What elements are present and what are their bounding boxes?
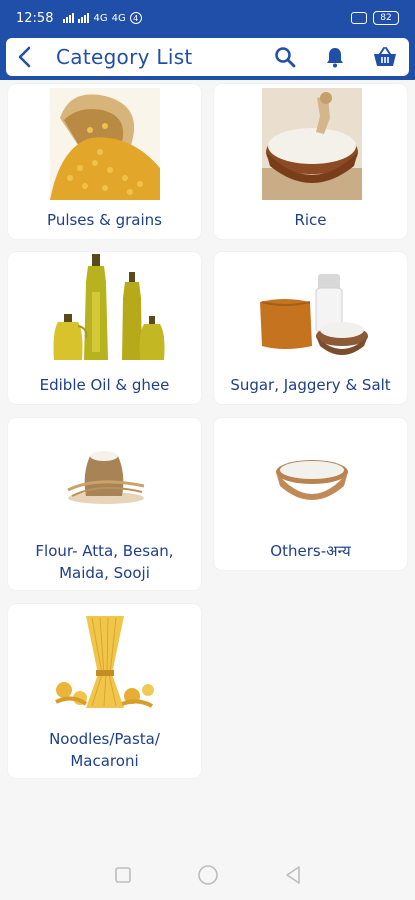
- category-card-others[interactable]: Others-अन्य: [214, 418, 407, 570]
- notification-count: 4: [129, 12, 142, 24]
- category-card-pulses[interactable]: Pulses & grains: [8, 84, 201, 239]
- network-type-1: 4G: [93, 12, 108, 24]
- vibrate-icon: [351, 12, 367, 24]
- category-label: Edible Oil & ghee: [39, 376, 170, 394]
- back-triangle-icon: [285, 866, 300, 884]
- category-card-rice[interactable]: Rice: [214, 84, 407, 239]
- notifications-button[interactable]: [317, 38, 353, 76]
- back-arrow-icon: [18, 46, 31, 68]
- basket-icon: [374, 47, 396, 66]
- pasta-bundle-image: [55, 616, 154, 708]
- flour-sack-image: [67, 451, 145, 504]
- signal-icon: [63, 13, 75, 23]
- category-label: Rice: [294, 211, 327, 229]
- cart-button[interactable]: [367, 38, 403, 76]
- nav-back-button[interactable]: [281, 863, 305, 887]
- app-bar: Category List: [6, 38, 409, 76]
- back-button[interactable]: [8, 38, 42, 76]
- recents-button[interactable]: [111, 863, 135, 887]
- bell-icon: [327, 48, 343, 68]
- signal-2-icon: [78, 13, 90, 23]
- category-label: Flour- Atta, Besan, Maida, Sooji: [35, 542, 174, 582]
- oil-bottles-image: [53, 254, 165, 360]
- category-label: Pulses & grains: [47, 211, 162, 229]
- rice-bowl-image: [262, 88, 362, 200]
- category-card-noodles[interactable]: Noodles/Pasta/ Macaroni: [8, 604, 201, 778]
- category-label: Others-अन्य: [270, 542, 351, 560]
- network-type-2: 4G: [111, 12, 126, 24]
- category-card-edible-oil[interactable]: Edible Oil & ghee: [8, 252, 201, 404]
- system-nav-bar: [0, 850, 415, 900]
- home-button[interactable]: [196, 863, 220, 887]
- jaggery-salt-image: [260, 274, 368, 355]
- page-title: Category List: [56, 45, 193, 69]
- top-bar: 12:58 4G 4G 4 82 Category List: [0, 0, 415, 80]
- wooden-bowl-image: [276, 460, 348, 500]
- category-card-sugar[interactable]: Sugar, Jaggery & Salt: [214, 252, 407, 404]
- search-icon: [275, 47, 296, 68]
- category-grid: Pulses & grains Rice Edible Oil & ghee S…: [0, 80, 415, 850]
- status-time: 12:58: [16, 10, 54, 26]
- recents-square-icon: [114, 867, 131, 883]
- network-indicators: 4G 4G 4: [63, 12, 142, 24]
- status-bar: 12:58 4G 4G 4 82: [0, 0, 415, 36]
- battery-level: 82: [380, 13, 392, 23]
- category-label: Noodles/Pasta/ Macaroni: [49, 730, 160, 770]
- battery-icon: 82: [373, 11, 399, 25]
- category-card-flour[interactable]: Flour- Atta, Besan, Maida, Sooji: [8, 418, 201, 590]
- search-button[interactable]: [267, 38, 303, 76]
- category-label: Sugar, Jaggery & Salt: [230, 376, 391, 394]
- home-circle-icon: [197, 865, 218, 885]
- lentils-bowl-image: [50, 88, 160, 200]
